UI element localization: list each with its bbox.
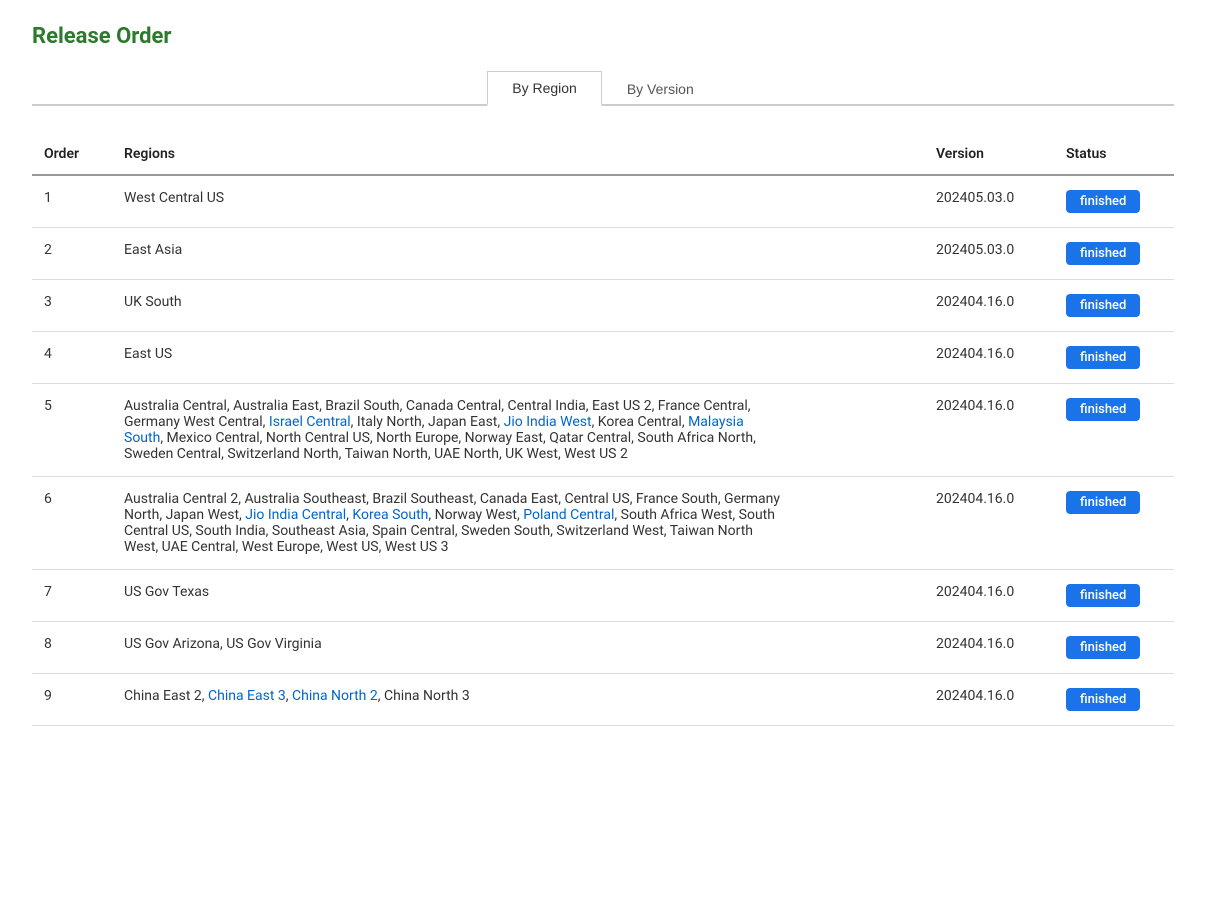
region-link[interactable]: Jio India Central [245,507,346,523]
cell-regions: East US [112,332,924,384]
cell-version: 202404.16.0 [924,570,1054,622]
cell-status: finished [1054,280,1174,332]
cell-version: 202404.16.0 [924,384,1054,477]
region-link[interactable]: Korea South [352,507,428,523]
cell-version: 202404.16.0 [924,622,1054,674]
page-title: Release Order [32,24,1174,49]
table-row: 8US Gov Arizona, US Gov Virginia202404.1… [32,622,1174,674]
cell-regions: East Asia [112,228,924,280]
status-badge: finished [1066,688,1140,711]
status-badge: finished [1066,398,1140,421]
cell-status: finished [1054,674,1174,726]
table-row: 9China East 2, China East 3, China North… [32,674,1174,726]
region-link[interactable]: Poland Central [523,507,614,523]
tab-by-region[interactable]: By Region [487,71,602,106]
table-row: 4East US202404.16.0 finished [32,332,1174,384]
table-row: 3UK South202404.16.0 finished [32,280,1174,332]
tab-by-version[interactable]: By Version [602,71,719,106]
cell-regions: Australia Central 2, Australia Southeast… [112,477,924,570]
status-badge: finished [1066,636,1140,659]
cell-order: 7 [32,570,112,622]
table-row: 5Australia Central, Australia East, Braz… [32,384,1174,477]
status-badge: finished [1066,242,1140,265]
region-link[interactable]: China North 2 [292,688,378,704]
cell-order: 6 [32,477,112,570]
table-row: 7US Gov Texas202404.16.0 finished [32,570,1174,622]
col-header-regions: Regions [112,138,924,175]
cell-regions: US Gov Texas [112,570,924,622]
region-link[interactable]: Israel Central [269,414,351,430]
col-header-version: Version [924,138,1054,175]
cell-regions: West Central US [112,175,924,228]
cell-order: 8 [32,622,112,674]
cell-order: 3 [32,280,112,332]
region-link[interactable]: Jio India West [504,414,592,430]
cell-version: 202404.16.0 [924,280,1054,332]
table-row: 2East Asia202405.03.0 finished [32,228,1174,280]
cell-version: 202405.03.0 [924,175,1054,228]
status-badge: finished [1066,491,1140,514]
cell-regions: US Gov Arizona, US Gov Virginia [112,622,924,674]
release-order-table-container: Order Regions Version Status 1West Centr… [32,138,1174,726]
cell-version: 202405.03.0 [924,228,1054,280]
table-header-row: Order Regions Version Status [32,138,1174,175]
cell-status: finished [1054,175,1174,228]
release-order-table: Order Regions Version Status 1West Centr… [32,138,1174,726]
table-row: 1West Central US202405.03.0 finished [32,175,1174,228]
cell-order: 9 [32,674,112,726]
cell-order: 1 [32,175,112,228]
cell-status: finished [1054,332,1174,384]
status-badge: finished [1066,294,1140,317]
region-link[interactable]: China East 3 [208,688,286,704]
cell-version: 202404.16.0 [924,477,1054,570]
status-badge: finished [1066,190,1140,213]
cell-status: finished [1054,228,1174,280]
cell-regions: UK South [112,280,924,332]
cell-status: finished [1054,384,1174,477]
cell-status: finished [1054,622,1174,674]
cell-order: 4 [32,332,112,384]
col-header-status: Status [1054,138,1174,175]
col-header-order: Order [32,138,112,175]
status-badge: finished [1066,584,1140,607]
cell-regions: Australia Central, Australia East, Brazi… [112,384,924,477]
tab-bar: By Region By Version [32,69,1174,106]
table-row: 6Australia Central 2, Australia Southeas… [32,477,1174,570]
status-badge: finished [1066,346,1140,369]
cell-regions: China East 2, China East 3, China North … [112,674,924,726]
cell-status: finished [1054,570,1174,622]
cell-order: 2 [32,228,112,280]
cell-order: 5 [32,384,112,477]
cell-version: 202404.16.0 [924,674,1054,726]
cell-status: finished [1054,477,1174,570]
cell-version: 202404.16.0 [924,332,1054,384]
